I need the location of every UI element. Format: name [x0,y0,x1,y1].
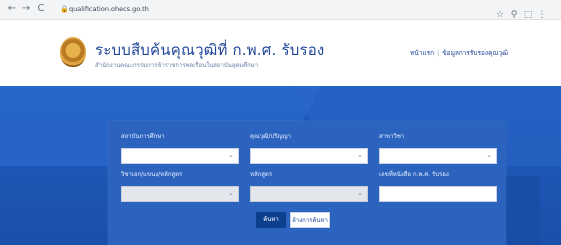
address-bar[interactable]: 🔒qualification.ohecs.go.th [60,3,460,16]
chevron-down-icon: ⌄ [357,189,363,197]
browser-actions: ☆ ⚲ ⬚ ⋮ [493,2,549,20]
certification-number-input[interactable] [379,186,497,202]
back-icon[interactable]: ← [5,2,19,16]
site-header: ระบบสืบค้นคุณวุฒิที่ ก.พ.ศ. รับรอง สำนัก… [0,20,561,86]
chevron-down-icon: ⌄ [228,151,234,159]
site-title: ระบบสืบค้นคุณวุฒิที่ ก.พ.ศ. รับรอง [95,41,325,59]
browser-toolbar: ← → C 🔒qualification.ohecs.go.th ☆ ⚲ ⬚ ⋮ [0,0,561,20]
major-select[interactable]: ⌄ [121,186,239,202]
header-nav: หน้าแรก | ข้อมูลการรับรองคุณวุฒิ [410,48,508,58]
institution-label: สถาบันการศึกษา [121,133,165,140]
field-of-study-select[interactable]: ⌄ [379,148,497,164]
nav-link-certification-info[interactable]: ข้อมูลการรับรองคุณวุฒิ [442,49,508,57]
emblem-logo [60,37,86,67]
nav-link-home[interactable]: หน้าแรก [410,49,434,57]
chevron-down-icon: ⌄ [228,189,234,197]
search-panel: สถาบันการศึกษา ⌄ คุณวุฒิ/ปริญญา ⌄ สาขาวิ… [108,121,506,245]
chevron-down-icon: ⌄ [486,151,492,159]
chevron-down-icon: ⌄ [357,151,363,159]
forward-icon[interactable]: → [19,2,33,16]
search-button[interactable]: ค้นหา [256,212,286,228]
site-subtitle: สำนักงานคณะกรรมการข้าราชการพลเรือนในสถาบ… [95,62,259,69]
degree-select[interactable]: ⌄ [250,148,368,164]
institution-select[interactable]: ⌄ [121,148,239,164]
reload-icon[interactable]: C [34,2,48,16]
url-text: qualification.ohecs.go.th [69,5,149,13]
curriculum-select[interactable]: ⌄ [250,186,368,202]
curriculum-label: หลักสูตร [250,171,273,178]
field-of-study-label: สาขาวิชา [379,133,405,140]
degree-label: คุณวุฒิ/ปริญญา [250,133,292,140]
certification-number-label: เลขที่หนังสือ ก.พ.ศ. รับรอง [379,171,449,178]
lock-icon: 🔒 [60,5,69,13]
major-label: วิชาเอก/แขนง/หลักสูตร [121,171,183,178]
hero-banner: สถาบันการศึกษา ⌄ คุณวุฒิ/ปริญญา ⌄ สาขาวิ… [0,86,561,245]
reset-button[interactable]: ล้างการค้นหา [290,212,330,228]
nav-separator: | [437,49,440,57]
